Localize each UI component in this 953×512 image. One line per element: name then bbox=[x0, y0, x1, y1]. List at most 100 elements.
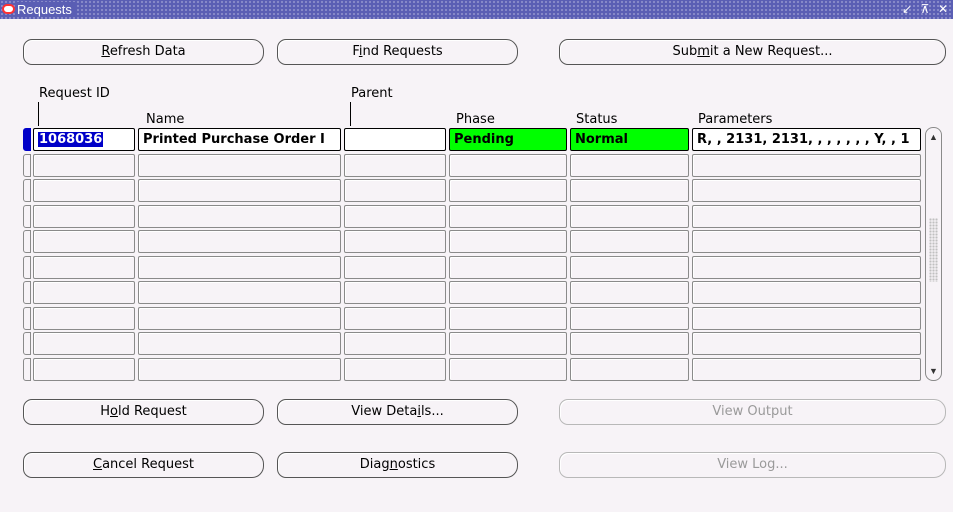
scroll-thumb[interactable] bbox=[929, 218, 938, 282]
phase-cell[interactable] bbox=[449, 332, 567, 355]
phase-cell[interactable] bbox=[449, 281, 567, 304]
status-cell[interactable]: Normal bbox=[570, 128, 689, 151]
row-selector[interactable] bbox=[23, 306, 31, 330]
parameters-cell[interactable] bbox=[692, 332, 921, 355]
parameters-cell[interactable] bbox=[692, 230, 921, 253]
name-cell[interactable] bbox=[138, 204, 341, 228]
phase-cell[interactable] bbox=[449, 153, 567, 177]
status-cell[interactable] bbox=[570, 204, 689, 228]
status-cell[interactable] bbox=[570, 230, 689, 253]
parent-cell[interactable] bbox=[344, 153, 446, 177]
status-cell[interactable] bbox=[570, 357, 689, 381]
submit-new-request-button[interactable]: Submit a New Request... bbox=[559, 39, 946, 65]
row-selector[interactable] bbox=[23, 153, 31, 177]
parent-cell[interactable] bbox=[344, 255, 446, 279]
request-id-cell[interactable] bbox=[33, 357, 135, 381]
parameters-cell[interactable] bbox=[692, 179, 921, 202]
request-id-cell[interactable] bbox=[33, 153, 135, 177]
row-selector[interactable] bbox=[23, 179, 31, 202]
parameters-cell[interactable]: R, , 2131, 2131, , , , , , , Y, , 1 bbox=[692, 128, 921, 151]
parent-cell[interactable] bbox=[344, 204, 446, 228]
row-selector[interactable] bbox=[23, 281, 31, 304]
request-id-cell[interactable]: 1068036 bbox=[33, 128, 135, 151]
request-id-cell[interactable] bbox=[33, 332, 135, 355]
submit-mnemonic: m bbox=[697, 44, 710, 59]
status-cell[interactable] bbox=[570, 153, 689, 177]
name-cell[interactable] bbox=[138, 306, 341, 330]
hold-label-pre: H bbox=[100, 404, 110, 419]
diagnostics-button[interactable]: Diagnostics bbox=[277, 452, 518, 478]
refresh-data-button[interactable]: Refresh Data bbox=[23, 39, 264, 65]
submit-label-pre: Sub bbox=[672, 44, 698, 59]
name-cell[interactable] bbox=[138, 230, 341, 253]
row-selector[interactable] bbox=[23, 255, 31, 279]
status-cell[interactable] bbox=[570, 332, 689, 355]
parameters-cell[interactable] bbox=[692, 357, 921, 381]
parameters-cell[interactable] bbox=[692, 153, 921, 177]
cancel-request-button[interactable]: Cancel Request bbox=[23, 452, 264, 478]
parent-cell[interactable] bbox=[344, 306, 446, 330]
parent-cell[interactable] bbox=[344, 128, 446, 151]
scroll-down-icon[interactable]: ▼ bbox=[926, 362, 941, 380]
name-cell[interactable] bbox=[138, 332, 341, 355]
hold-label-post: ld Request bbox=[117, 404, 187, 419]
phase-cell[interactable] bbox=[449, 255, 567, 279]
header-divider bbox=[38, 102, 39, 126]
scroll-up-icon[interactable]: ▲ bbox=[926, 128, 941, 146]
parameters-cell[interactable] bbox=[692, 306, 921, 330]
hold-mnemonic: o bbox=[110, 404, 118, 419]
row-selector[interactable] bbox=[23, 332, 31, 355]
phase-cell[interactable] bbox=[449, 179, 567, 202]
cancel-mnemonic: C bbox=[93, 457, 103, 472]
submit-label-post: it a New Request... bbox=[709, 44, 833, 59]
parent-cell[interactable] bbox=[344, 179, 446, 202]
name-cell[interactable] bbox=[138, 153, 341, 177]
name-cell[interactable]: Printed Purchase Order I bbox=[138, 128, 341, 151]
header-divider bbox=[350, 102, 351, 126]
row-selector[interactable] bbox=[23, 204, 31, 228]
header-phase: Phase bbox=[456, 112, 495, 127]
grid-scrollbar[interactable]: ▲ ▼ bbox=[925, 127, 942, 381]
phase-cell[interactable] bbox=[449, 230, 567, 253]
request-id-cell[interactable] bbox=[33, 281, 135, 304]
view-output-button[interactable]: View Output bbox=[559, 399, 946, 425]
request-id-cell[interactable] bbox=[33, 255, 135, 279]
row-selector[interactable] bbox=[23, 230, 31, 253]
view-details-label-post: ls... bbox=[420, 404, 444, 419]
request-id-cell[interactable] bbox=[33, 179, 135, 202]
status-cell[interactable] bbox=[570, 281, 689, 304]
name-cell[interactable] bbox=[138, 357, 341, 381]
parent-cell[interactable] bbox=[344, 357, 446, 381]
close-icon[interactable]: ✕ bbox=[936, 1, 950, 17]
name-cell[interactable] bbox=[138, 255, 341, 279]
status-cell[interactable] bbox=[570, 306, 689, 330]
hold-request-button[interactable]: Hold Request bbox=[23, 399, 264, 425]
request-id-cell[interactable] bbox=[33, 306, 135, 330]
name-cell[interactable] bbox=[138, 179, 341, 202]
request-id-cell[interactable] bbox=[33, 204, 135, 228]
maximize-icon[interactable]: ⊼ bbox=[918, 1, 932, 17]
parent-cell[interactable] bbox=[344, 332, 446, 355]
phase-cell[interactable]: Pending bbox=[449, 128, 567, 151]
view-details-button[interactable]: View Details... bbox=[277, 399, 518, 425]
name-cell[interactable] bbox=[138, 281, 341, 304]
parent-cell[interactable] bbox=[344, 281, 446, 304]
parent-cell[interactable] bbox=[344, 230, 446, 253]
status-cell[interactable] bbox=[570, 255, 689, 279]
phase-cell[interactable] bbox=[449, 204, 567, 228]
find-requests-button[interactable]: Find Requests bbox=[277, 39, 518, 65]
header-name: Name bbox=[146, 112, 185, 127]
status-cell[interactable] bbox=[570, 179, 689, 202]
cancel-label-post: ancel Request bbox=[102, 457, 194, 472]
request-id-cell[interactable] bbox=[33, 230, 135, 253]
row-selector[interactable] bbox=[23, 357, 31, 381]
minimize-icon[interactable]: ↙ bbox=[900, 1, 914, 17]
parameters-cell[interactable] bbox=[692, 281, 921, 304]
parameters-cell[interactable] bbox=[692, 204, 921, 228]
phase-cell[interactable] bbox=[449, 306, 567, 330]
view-log-button[interactable]: View Log... bbox=[559, 452, 946, 478]
row-selector[interactable] bbox=[23, 128, 31, 151]
phase-cell[interactable] bbox=[449, 357, 567, 381]
parameters-cell[interactable] bbox=[692, 255, 921, 279]
refresh-label-post: efresh Data bbox=[109, 44, 186, 59]
